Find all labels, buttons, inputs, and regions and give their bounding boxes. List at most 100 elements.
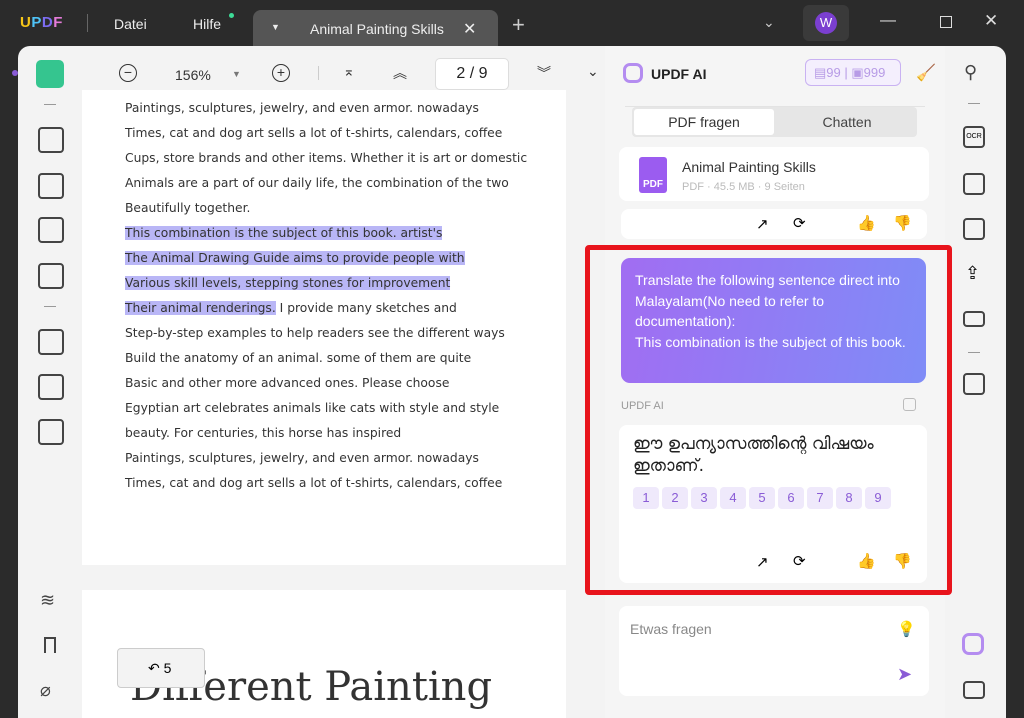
file-meta: PDF · 45.5 MB · 9 Seiten [682,181,805,193]
divider [968,103,980,104]
chat-credits: 999 [863,65,886,80]
updf-logo: UPDF [20,14,63,31]
share-icon[interactable]: ⇪ [965,263,980,284]
new-tab-icon[interactable]: + [512,12,525,38]
title-bar: UPDF Datei Hilfe ▼ Animal Painting Skill… [0,0,1024,46]
organize-pages-icon[interactable] [38,217,64,243]
divider [44,104,56,105]
avatar: W [815,12,837,34]
text-line: Cups, store brands and other items. Whet… [125,151,528,165]
text-line: Various skill levels, stepping stones fo… [125,271,527,296]
previous-page-icon[interactable]: ︽ [393,63,407,83]
last-page-icon[interactable]: ⌄ [587,63,599,80]
divider [87,14,88,32]
ai-title: UPDF AI [651,66,707,82]
highlighted-text[interactable]: This combination is the subject of this … [125,226,443,240]
zoom-level[interactable]: 156% [175,67,211,83]
search-icon[interactable]: ⚲ [964,62,977,83]
highlighted-text[interactable]: The Animal Drawing Guide aims to provide… [125,251,465,265]
text-line: This combination is the subject of this … [125,221,527,246]
back-button[interactable]: ↶ 5 [117,648,205,688]
updf-ai-logo-icon [623,63,643,83]
text-line: Paintings, sculptures, jewelry, and even… [125,101,479,115]
reader-mode-icon[interactable] [36,60,64,88]
chat-input[interactable]: Etwas fragen 💡 ➤ [619,606,929,696]
tab-title: Animal Painting Skills [310,21,444,37]
text-line: Build the anatomy of an animal. some of … [125,351,472,365]
prompt-ideas-icon[interactable]: 💡 [897,620,916,638]
text-line: Times, cat and dog art sells a lot of t-… [125,476,503,490]
send-icon[interactable]: ➤ [897,664,912,685]
zoom-out-icon[interactable]: − [119,64,137,82]
zoom-in-icon[interactable]: + [272,64,290,82]
undo-icon: ↶ [148,660,164,676]
protect-icon[interactable] [963,218,985,240]
export-icon[interactable]: ↗ [756,215,769,233]
account-button[interactable]: W [803,5,849,41]
text-line: Egyptian art celebrates animals like cat… [125,401,500,415]
credits-badge[interactable]: ▤99 | ▣999 [805,59,901,86]
page-number-input[interactable]: 2 / 9 [435,58,509,90]
layers-icon[interactable]: ≋ [40,590,55,611]
comments-icon[interactable] [963,681,985,699]
close-tab-icon[interactable]: ✕ [463,19,476,39]
text-line: Beautifully together. [125,201,251,215]
text-line: The Animal Drawing Guide aims to provide… [125,246,527,271]
text-line: Step-by-step examples to help readers se… [125,326,505,340]
thumbs-up-icon[interactable]: 👍 [857,214,876,232]
file-name: Animal Painting Skills [682,159,816,175]
email-icon[interactable] [963,311,985,327]
first-page-icon[interactable]: ⌅ [343,63,355,80]
chevron-down-icon[interactable]: ⌄ [763,14,775,31]
previous-answer-actions: ↗ ⟳ 👍 👎 [621,209,927,239]
zoom-dropdown-icon[interactable]: ▼ [232,69,241,79]
notification-dot [229,13,234,18]
save-icon[interactable] [963,373,985,395]
maximize-icon[interactable] [940,16,952,28]
menu-hilfe[interactable]: Hilfe [193,16,221,32]
text-line: Their animal renderings. I provide many … [125,296,527,321]
text-line: Paintings, sculptures, jewelry, and even… [125,451,479,465]
divider [968,352,980,353]
divider [44,306,56,307]
divider [318,66,319,80]
close-window-icon[interactable]: ✕ [984,11,998,31]
form-tool-icon[interactable] [38,263,64,289]
text-line: beauty. For centuries, this horse has in… [125,426,402,440]
annotation-highlight-box [585,245,952,595]
page-text: Paintings, sculptures, jewelry, and even… [125,96,527,496]
thumbs-down-icon[interactable]: 👎 [893,214,912,232]
pdf-credits: 99 [826,65,841,80]
text-line: Basic and other more advanced ones. Plea… [125,376,450,390]
input-placeholder: Etwas fragen [630,621,712,637]
convert-icon[interactable] [963,173,985,195]
ocr-icon[interactable]: OCR [963,126,985,148]
comment-tool-icon[interactable] [38,127,64,153]
menu-datei[interactable]: Datei [114,16,147,32]
updf-ai-icon[interactable] [962,633,984,655]
combine-tool-icon[interactable] [38,419,64,445]
regenerate-icon[interactable]: ⟳ [793,214,806,232]
back-count: 5 [163,660,172,676]
next-page-icon[interactable]: ︾ [537,63,551,83]
highlighted-text[interactable]: Their animal renderings. [125,301,276,315]
crop-tool-icon[interactable] [38,374,64,400]
document-tab[interactable]: ▼ Animal Painting Skills ✕ [253,10,498,46]
pdf-file-icon: PDF [639,157,667,193]
mode-tabs: PDF fragen Chatten [632,107,917,137]
text-line: Times, cat and dog art sells a lot of t-… [125,126,503,140]
text-continuation: I provide many sketches and [275,301,457,315]
tab-pdf-fragen[interactable]: PDF fragen [634,109,774,135]
bookmark-icon[interactable] [44,637,56,653]
tab-dropdown-icon[interactable]: ▼ [271,22,280,32]
text-line: Animals are a part of our daily life, th… [125,176,509,190]
pages-tool-icon[interactable] [38,329,64,355]
tab-chatten[interactable]: Chatten [777,109,917,135]
edit-tool-icon[interactable] [38,173,64,199]
sidebar-toggle-dot[interactable] [12,70,18,76]
highlighted-text[interactable]: Various skill levels, stepping stones fo… [125,276,451,290]
minimize-icon[interactable]: — [880,12,896,30]
file-card[interactable]: PDF Animal Painting Skills PDF · 45.5 MB… [619,147,929,201]
attachment-icon[interactable]: ⌀ [40,680,51,701]
clear-chat-icon[interactable]: 🧹 [916,63,936,83]
